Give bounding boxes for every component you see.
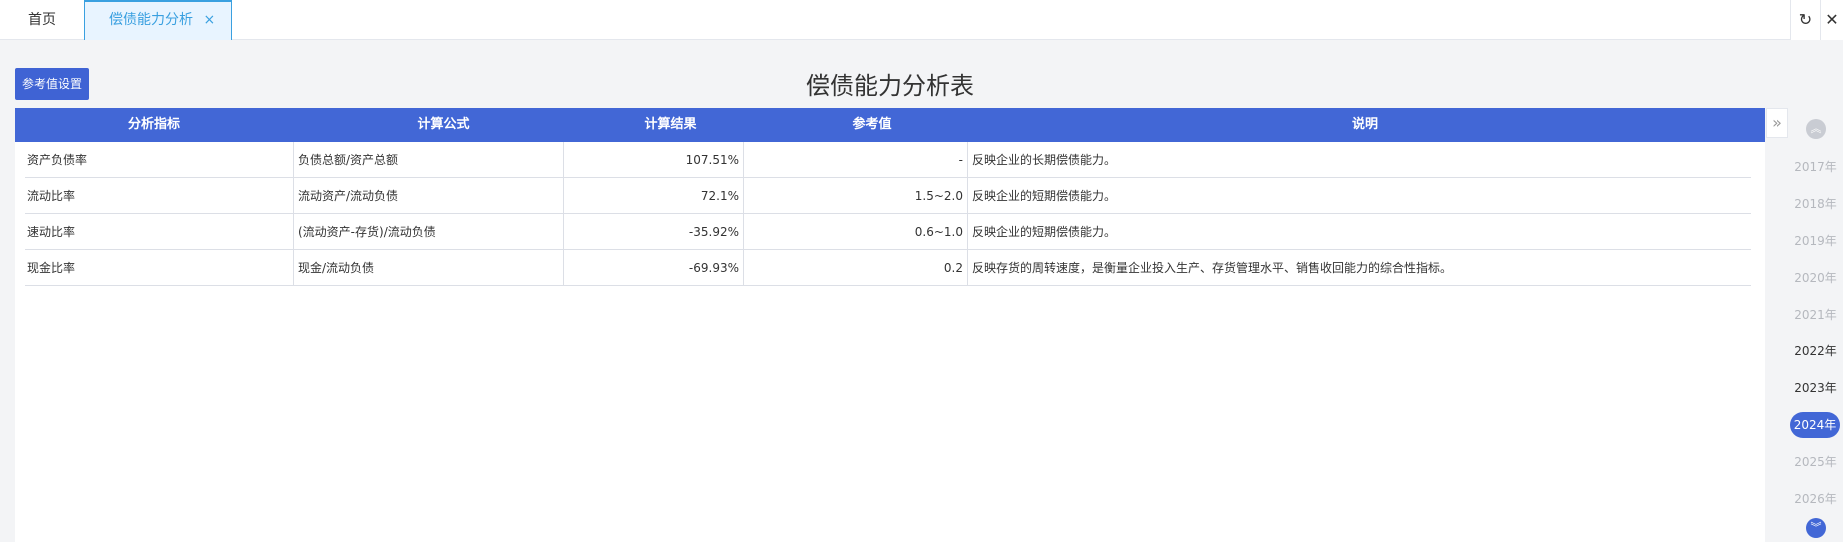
tab-solvency-analysis[interactable]: 偿债能力分析 ×	[84, 0, 232, 40]
cell-description: 反映企业的短期偿债能力。	[967, 214, 1751, 250]
close-all-icon[interactable]: ✕	[1820, 0, 1843, 40]
tab-bar: 首页 偿债能力分析 × ↻ ✕	[0, 0, 1843, 40]
cell-indicator: 资产负债率	[27, 153, 88, 167]
cell-result: -69.93%	[563, 250, 743, 286]
cell-reference: 0.6~1.0	[743, 214, 967, 250]
year-item-2026[interactable]: 2026年	[1788, 486, 1843, 512]
scroll-down-icon[interactable]: ︾	[1806, 518, 1826, 538]
column-header-indicator: 分析指标	[127, 117, 180, 132]
year-item-2021[interactable]: 2021年	[1788, 302, 1843, 328]
scroll-up-icon[interactable]: ︽	[1806, 119, 1826, 139]
year-item-2022[interactable]: 2022年	[1788, 338, 1843, 364]
tab-label: 偿债能力分析	[109, 12, 193, 28]
cell-result: 72.1%	[563, 178, 743, 214]
cell-description: 反映存货的周转速度，是衡量企业投入生产、存货管理水平、销售收回能力的综合性指标。	[967, 250, 1751, 286]
cell-formula: 流动资产/流动负债	[293, 178, 563, 214]
page-title: 偿债能力分析表	[806, 72, 974, 100]
cell-reference: 0.2	[743, 250, 967, 286]
analysis-table: 分析指标 计算公式 计算结果 参考值 说明 资产负债率 负债总额/资产总额 10…	[15, 108, 1765, 542]
table-row: 资产负债率 负债总额/资产总额 107.51% - 反映企业的长期偿债能力。	[25, 142, 1751, 178]
table-header: 分析指标 计算公式 计算结果 参考值 说明	[15, 108, 1765, 142]
year-item-2024-selected[interactable]: 2024年	[1790, 412, 1840, 438]
cell-description: 反映企业的长期偿债能力。	[967, 142, 1751, 178]
cell-result: -35.92%	[563, 214, 743, 250]
column-header-formula: 计算公式	[417, 117, 470, 132]
cell-reference: 1.5~2.0	[743, 178, 967, 214]
year-item-2020[interactable]: 2020年	[1788, 265, 1843, 291]
cell-result: 107.51%	[563, 142, 743, 178]
cell-indicator: 现金比率	[27, 261, 76, 275]
tab-home[interactable]: 首页	[0, 0, 84, 40]
refresh-icon[interactable]: ↻	[1790, 0, 1820, 40]
year-item-2025[interactable]: 2025年	[1788, 449, 1843, 475]
cell-formula: (流动资产-存货)/流动负债	[293, 214, 563, 250]
year-item-2019[interactable]: 2019年	[1788, 228, 1843, 254]
cell-indicator: 速动比率	[27, 225, 76, 239]
column-header-description: 说明	[1351, 117, 1378, 132]
year-item-2018[interactable]: 2018年	[1788, 191, 1843, 217]
cell-formula: 现金/流动负债	[293, 250, 563, 286]
table-row: 现金比率 现金/流动负债 -69.93% 0.2 反映存货的周转速度，是衡量企业…	[25, 250, 1751, 286]
collapse-timeline-icon[interactable]: »	[1766, 108, 1788, 138]
cell-formula: 负债总额/资产总额	[293, 142, 563, 178]
cell-reference: -	[743, 142, 967, 178]
table-row: 流动比率 流动资产/流动负债 72.1% 1.5~2.0 反映企业的短期偿债能力…	[25, 178, 1751, 214]
cell-description: 反映企业的短期偿债能力。	[967, 178, 1751, 214]
year-item-2023[interactable]: 2023年	[1788, 375, 1843, 401]
year-item-2017[interactable]: 2017年	[1788, 154, 1843, 180]
close-icon[interactable]: ×	[203, 2, 215, 38]
table-row: 速动比率 (流动资产-存货)/流动负债 -35.92% 0.6~1.0 反映企业…	[25, 214, 1751, 250]
year-timeline: ︽ 2017年 2018年 2019年 2020年 2021年 2022年 20…	[1788, 108, 1843, 542]
cell-indicator: 流动比率	[27, 189, 76, 203]
